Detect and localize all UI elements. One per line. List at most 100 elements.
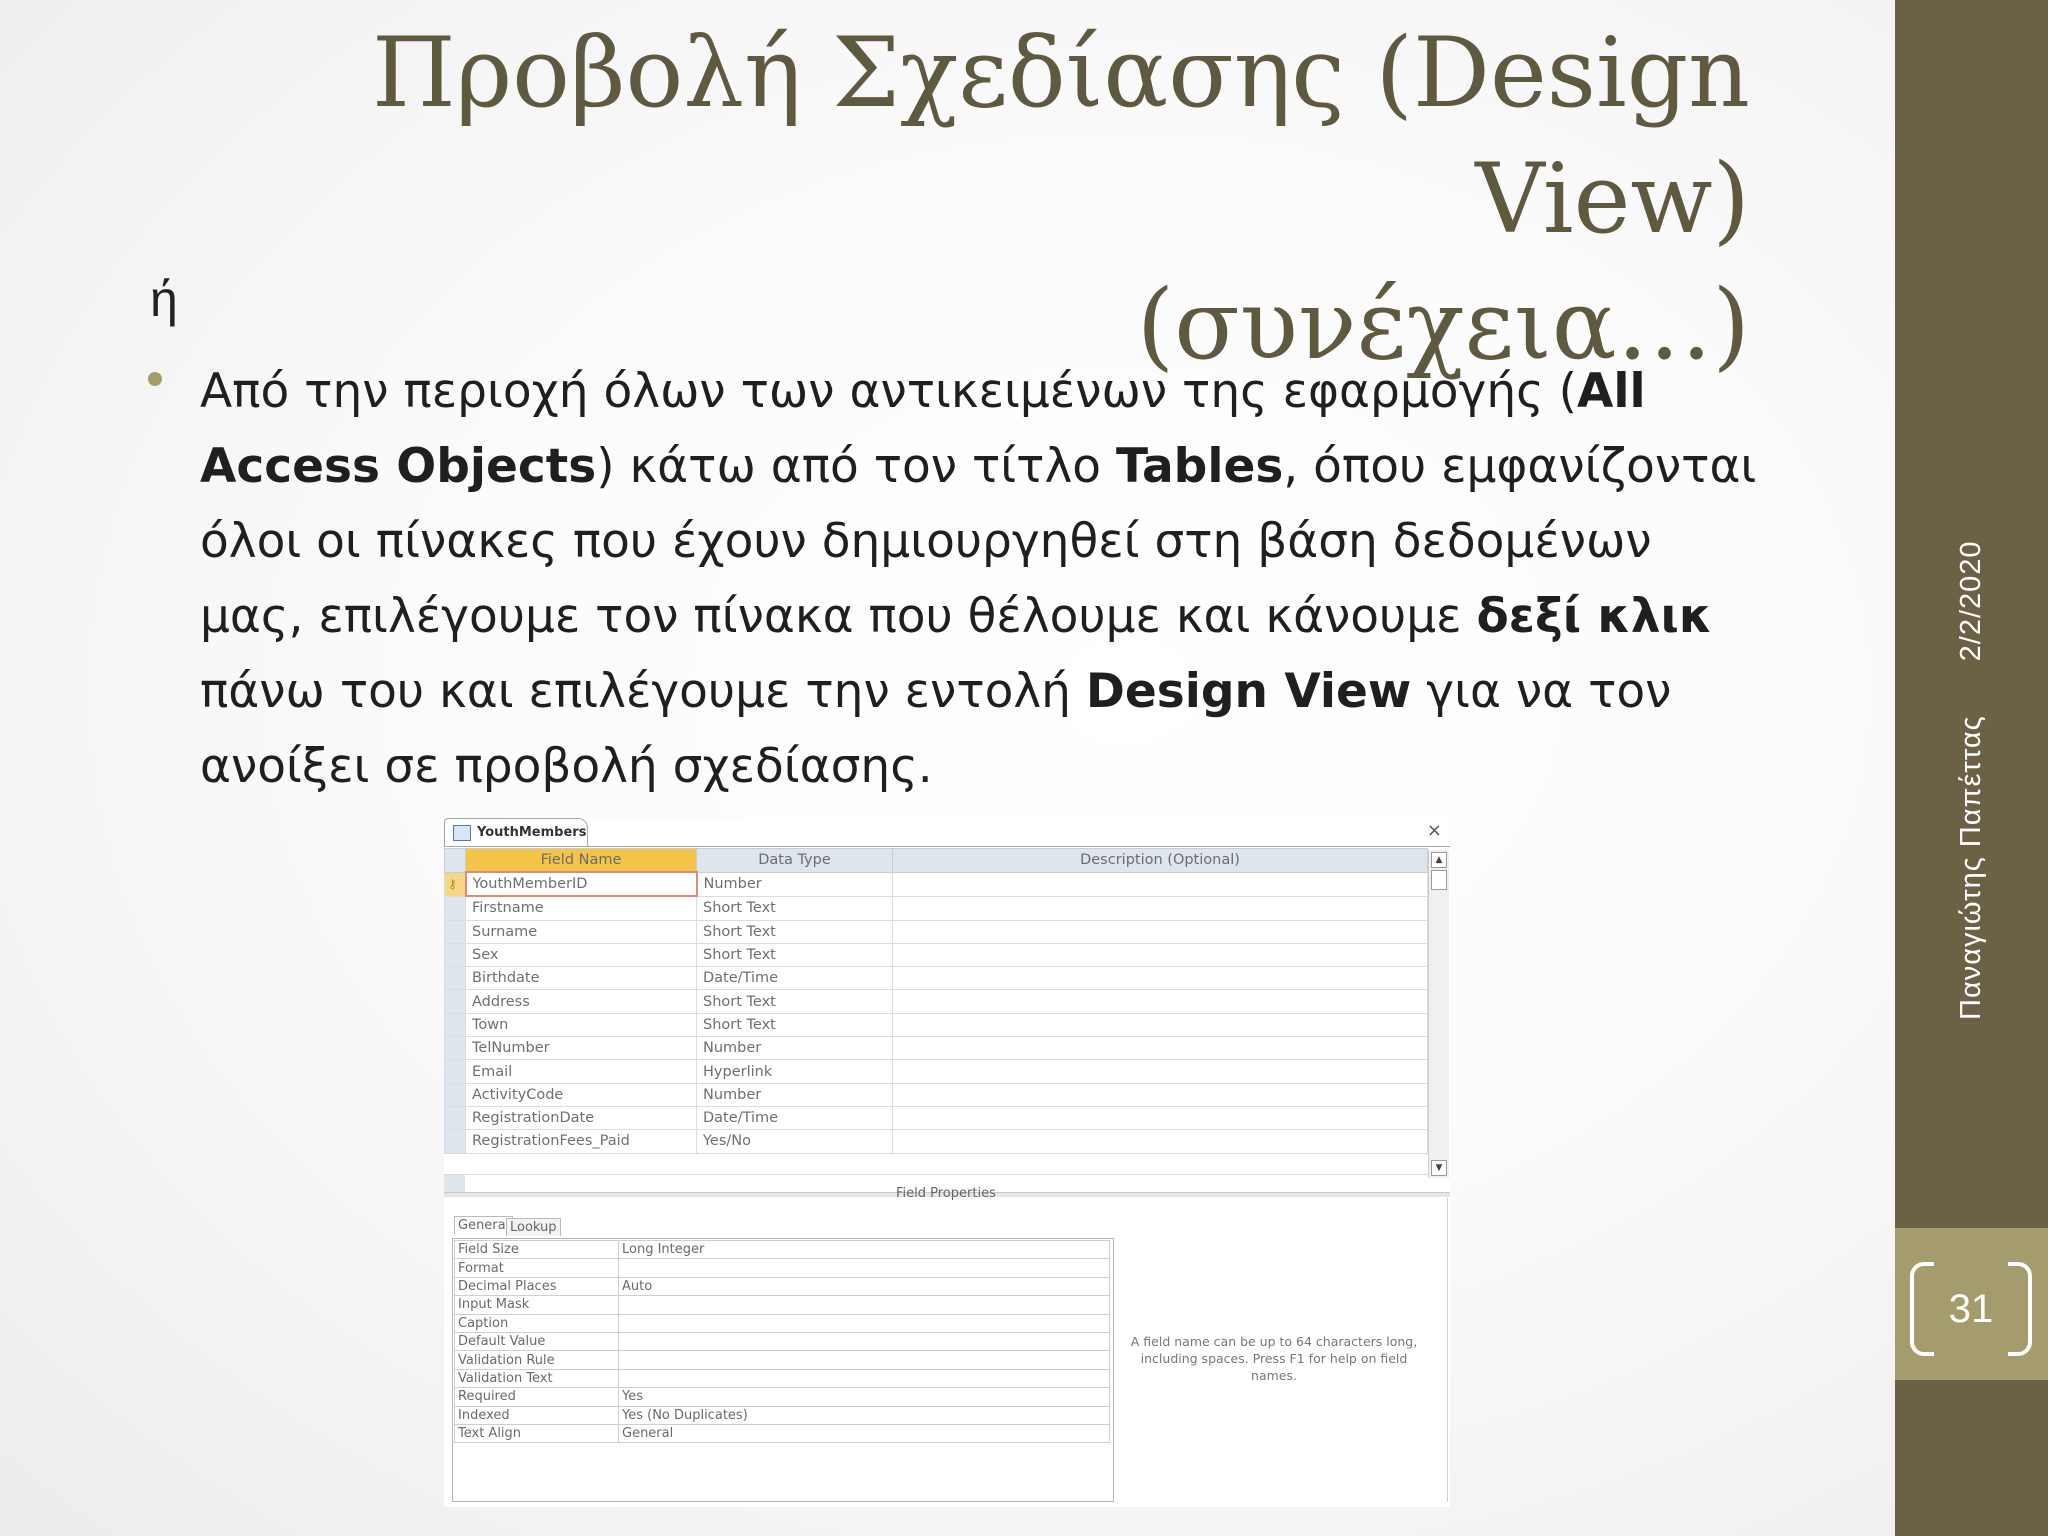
tab-lookup[interactable]: Lookup [506, 1218, 561, 1236]
description-cell[interactable] [892, 919, 1428, 944]
scroll-down-icon[interactable]: ▼ [1431, 1160, 1447, 1176]
field-row[interactable]: TelNumber Number [444, 1036, 1428, 1061]
property-row[interactable]: Format [454, 1258, 1110, 1278]
field-row[interactable]: ⚷ YouthMemberID Number [444, 870, 1428, 898]
description-cell[interactable] [892, 1059, 1428, 1084]
data-type-cell[interactable]: Hyperlink [696, 1059, 893, 1084]
tab-general[interactable]: General [454, 1216, 514, 1234]
field-name-cell[interactable]: Email [465, 1059, 697, 1084]
grid-scrollbar[interactable]: ▲ ▼ [1428, 850, 1449, 1178]
field-name-cell[interactable]: Town [465, 1012, 697, 1038]
field-row[interactable]: Sex Short Text [444, 942, 1428, 968]
data-type-cell[interactable]: Short Text [696, 1012, 893, 1038]
field-row[interactable]: Birthdate Date/Time [444, 966, 1428, 991]
row-selector[interactable] [444, 989, 466, 1014]
data-type-cell[interactable]: Short Text [696, 895, 893, 921]
field-name-cell[interactable]: YouthMemberID [464, 870, 698, 898]
field-row[interactable]: Address Short Text [444, 989, 1428, 1014]
description-cell[interactable] [892, 1012, 1428, 1038]
property-row[interactable]: Default Value [454, 1331, 1110, 1352]
property-row[interactable]: Validation Text [454, 1368, 1110, 1389]
data-type-header[interactable]: Data Type [696, 848, 893, 873]
description-cell[interactable] [892, 1105, 1428, 1131]
field-name-cell[interactable]: Firstname [465, 895, 697, 921]
data-type-cell[interactable]: Short Text [696, 942, 893, 968]
data-type-cell[interactable]: Yes/No [696, 1129, 893, 1154]
property-value[interactable]: Long Integer [618, 1239, 1110, 1260]
description-header[interactable]: Description (Optional) [892, 848, 1428, 873]
property-value[interactable] [618, 1313, 1110, 1333]
table-tab[interactable]: YouthMembers [444, 818, 588, 847]
field-row[interactable]: Surname Short Text [444, 919, 1428, 944]
property-value[interactable]: Auto [618, 1276, 1110, 1297]
property-name: Text Align [454, 1423, 619, 1444]
row-selector[interactable] [444, 1105, 466, 1131]
description-cell[interactable] [892, 966, 1428, 991]
row-selector[interactable] [444, 1036, 466, 1061]
property-value[interactable] [618, 1350, 1110, 1370]
description-cell[interactable] [892, 1036, 1428, 1061]
field-name-cell[interactable]: Address [465, 989, 697, 1014]
description-cell[interactable] [892, 895, 1428, 921]
scroll-thumb[interactable] [1431, 870, 1447, 890]
row-selector[interactable] [444, 1012, 466, 1038]
field-name-cell[interactable]: Birthdate [465, 966, 697, 991]
row-selector[interactable] [444, 1082, 466, 1107]
field-row[interactable]: Firstname Short Text [444, 895, 1428, 921]
help-text: A field name can be up to 64 characters … [1130, 1334, 1418, 1383]
field-row[interactable]: ActivityCode Number [444, 1082, 1428, 1107]
scroll-up-icon[interactable]: ▲ [1431, 852, 1447, 868]
row-selector[interactable] [444, 895, 466, 921]
data-type-cell[interactable]: Short Text [696, 989, 893, 1014]
field-name-header[interactable]: Field Name [465, 848, 697, 873]
row-selector[interactable]: ⚷ [444, 871, 466, 897]
data-type-cell[interactable]: Short Text [696, 919, 893, 944]
field-name-cell[interactable]: TelNumber [465, 1036, 697, 1061]
field-name-cell[interactable]: ActivityCode [465, 1082, 697, 1107]
property-value[interactable]: Yes (No Duplicates) [618, 1405, 1110, 1425]
description-cell[interactable] [892, 871, 1428, 897]
description-cell[interactable] [892, 1082, 1428, 1107]
field-row[interactable]: RegistrationDate Date/Time [444, 1105, 1428, 1131]
field-name-cell[interactable]: Surname [465, 919, 697, 944]
property-value[interactable] [618, 1295, 1110, 1315]
data-type-cell[interactable]: Date/Time [696, 966, 893, 991]
field-row[interactable]: Town Short Text [444, 1012, 1428, 1038]
property-name: Indexed [454, 1405, 619, 1425]
row-selector[interactable] [444, 942, 466, 968]
description-cell[interactable] [892, 989, 1428, 1014]
property-value[interactable]: General [618, 1423, 1110, 1444]
properties-table: Field Size Long Integer Format Decimal Plac… [454, 1239, 1110, 1444]
data-type-cell[interactable]: Number [696, 1082, 893, 1107]
field-grid: Field Name Data Type Description (Option… [444, 848, 1428, 1154]
property-value[interactable]: Yes [618, 1387, 1110, 1407]
property-row[interactable]: Validation Rule [454, 1350, 1110, 1370]
row-selector[interactable] [444, 1059, 466, 1084]
data-type-cell[interactable]: Number [696, 871, 893, 897]
row-selector[interactable] [444, 966, 466, 991]
bullet-bold-part: δεξί κλικ [1476, 589, 1713, 644]
row-selector[interactable] [444, 1129, 466, 1154]
description-cell[interactable] [892, 1129, 1428, 1154]
property-row[interactable]: Indexed Yes (No Duplicates) [454, 1405, 1110, 1425]
property-row[interactable]: Caption [454, 1313, 1110, 1333]
property-row[interactable]: Text Align General [454, 1423, 1110, 1444]
property-name: Format [454, 1258, 619, 1278]
property-row[interactable]: Field Size Long Integer [454, 1239, 1110, 1260]
property-value[interactable] [618, 1368, 1110, 1389]
property-row[interactable]: Required Yes [454, 1387, 1110, 1407]
property-value[interactable] [618, 1331, 1110, 1352]
property-row[interactable]: Input Mask [454, 1295, 1110, 1315]
row-selector[interactable] [444, 919, 466, 944]
field-row[interactable]: RegistrationFees_Paid Yes/No [444, 1129, 1428, 1154]
data-type-cell[interactable]: Number [696, 1036, 893, 1061]
property-value[interactable] [618, 1258, 1110, 1278]
field-name-cell[interactable]: RegistrationFees_Paid [465, 1129, 697, 1154]
field-name-cell[interactable]: RegistrationDate [465, 1105, 697, 1131]
close-icon[interactable]: × [1427, 820, 1442, 841]
field-name-cell[interactable]: Sex [465, 942, 697, 968]
description-cell[interactable] [892, 942, 1428, 968]
data-type-cell[interactable]: Date/Time [696, 1105, 893, 1131]
property-row[interactable]: Decimal Places Auto [454, 1276, 1110, 1297]
field-row[interactable]: Email Hyperlink [444, 1059, 1428, 1084]
